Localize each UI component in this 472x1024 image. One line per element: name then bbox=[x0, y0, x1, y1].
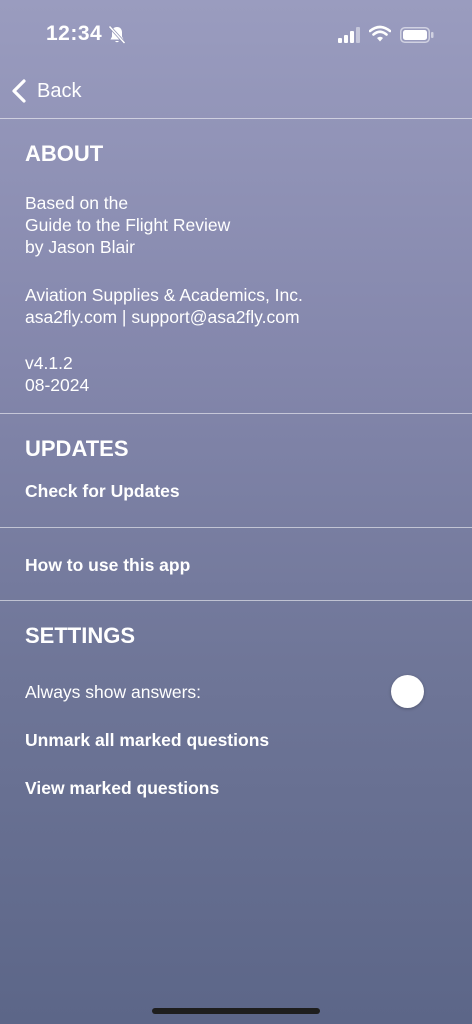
release-date-text: 08-2024 bbox=[25, 375, 90, 395]
status-time: 12:34 bbox=[46, 22, 103, 45]
view-marked-button[interactable]: View marked questions bbox=[25, 778, 219, 799]
status-bar: 12:34 bbox=[0, 0, 472, 64]
bell-slash-icon bbox=[108, 25, 126, 45]
divider bbox=[0, 118, 472, 119]
how-to-use-button[interactable]: How to use this app bbox=[25, 555, 190, 576]
back-label: Back bbox=[37, 79, 82, 102]
based-on-line-3: by Jason Blair bbox=[25, 237, 135, 257]
based-on-line-2: Guide to the Flight Review bbox=[25, 215, 231, 235]
navigation-bar: Back bbox=[0, 64, 472, 118]
cellular-signal-icon bbox=[338, 27, 360, 43]
contact-text: asa2fly.com | support@asa2fly.com bbox=[25, 307, 300, 327]
about-heading: ABOUT bbox=[25, 141, 104, 166]
updates-heading: UPDATES bbox=[25, 436, 129, 461]
divider bbox=[0, 527, 472, 528]
unmark-all-button[interactable]: Unmark all marked questions bbox=[25, 730, 269, 751]
divider bbox=[0, 413, 472, 414]
based-on-line-1: Based on the bbox=[25, 193, 129, 213]
back-button[interactable]: Back bbox=[10, 76, 81, 106]
settings-heading: SETTINGS bbox=[25, 623, 136, 648]
check-for-updates-button[interactable]: Check for Updates bbox=[25, 481, 180, 502]
publisher-text: Aviation Supplies & Academics, Inc. bbox=[25, 285, 303, 305]
battery-icon bbox=[400, 27, 434, 43]
always-show-answers-toggle[interactable] bbox=[391, 675, 424, 708]
home-indicator[interactable] bbox=[152, 1008, 320, 1014]
version-text: v4.1.2 bbox=[25, 353, 73, 373]
divider bbox=[0, 600, 472, 601]
chevron-left-icon bbox=[12, 79, 26, 103]
always-show-answers-label: Always show answers: bbox=[25, 682, 202, 702]
wifi-icon bbox=[369, 25, 391, 42]
